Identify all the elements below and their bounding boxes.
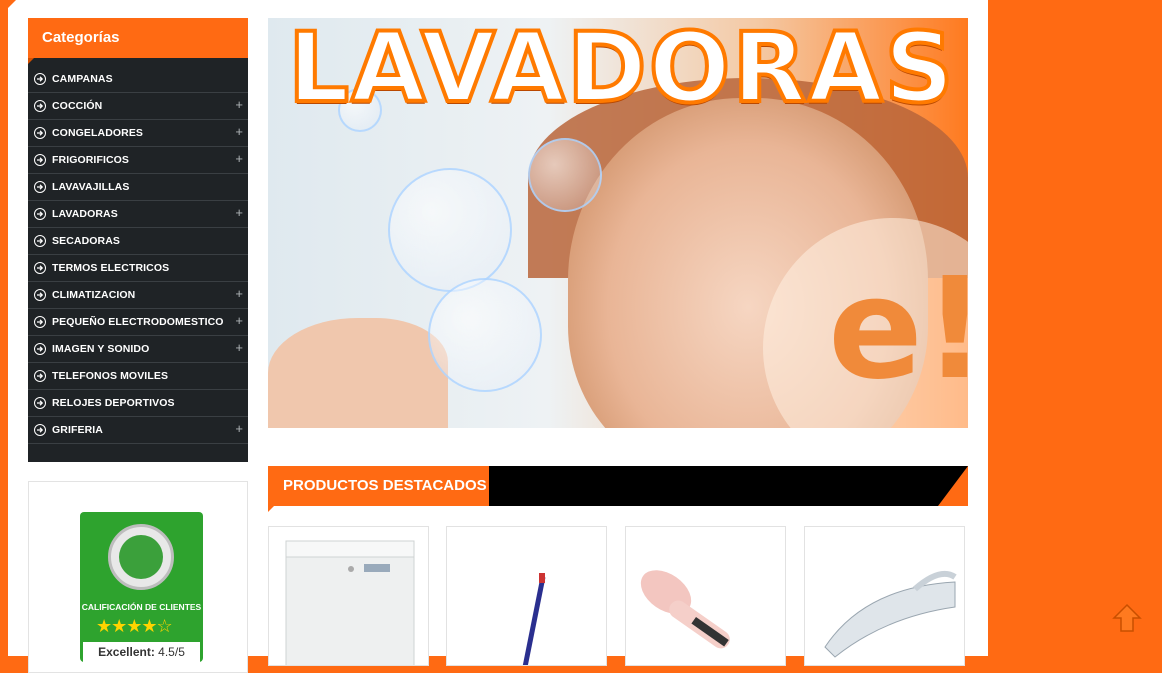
categories-list: CAMPANAS COCCIÓN + CONGELADORES + FRIGORIFICO… bbox=[28, 58, 248, 444]
product-card-steam-iron[interactable] bbox=[804, 526, 965, 666]
arrow-circle-icon bbox=[34, 208, 46, 220]
brand-logo-letter: e! bbox=[828, 248, 968, 411]
ekomi-widget: CALIFICACIÓN DE CLIENTES ★★★★☆ Excellent… bbox=[28, 481, 248, 673]
ekomi-seal-icon bbox=[108, 524, 174, 590]
arrow-circle-icon bbox=[34, 289, 46, 301]
arrow-circle-icon bbox=[34, 343, 46, 355]
banner-title: LAVADORAS bbox=[286, 18, 956, 126]
arrow-circle-icon bbox=[34, 235, 46, 247]
sidebar-item-label: LAVADORAS bbox=[52, 208, 118, 220]
sidebar-item-label: COCCIÓN bbox=[52, 100, 103, 112]
sidebar-item[interactable]: LAVAVAJILLAS bbox=[28, 174, 248, 201]
categories-title: Categorías bbox=[28, 18, 248, 64]
product-card-dryer[interactable] bbox=[268, 526, 429, 666]
sidebar-item-label: GRIFERIA bbox=[52, 424, 103, 436]
corner-decoration bbox=[8, 0, 16, 8]
sidebar-item-label: CAMPANAS bbox=[52, 73, 113, 85]
broom-vacuum-image bbox=[522, 573, 546, 665]
arrow-circle-icon bbox=[34, 154, 46, 166]
ekomi-calificacion: CALIFICACIÓN DE CLIENTES bbox=[81, 602, 202, 612]
arrow-circle-icon bbox=[34, 181, 46, 193]
bubble-shape bbox=[528, 138, 602, 212]
sidebar-item-label: CLIMATIZACION bbox=[52, 289, 136, 301]
sidebar-item[interactable]: TELEFONOS MOVILES bbox=[28, 363, 248, 390]
sidebar-item-label: CONGELADORES bbox=[52, 127, 144, 139]
expand-plus-icon[interactable]: + bbox=[235, 314, 243, 327]
ekomi-rating: Excellent: 4.5/5 bbox=[83, 642, 200, 662]
featured-tick-decoration bbox=[268, 506, 274, 512]
arrow-circle-icon bbox=[34, 73, 46, 85]
expand-plus-icon[interactable]: + bbox=[235, 152, 243, 165]
expand-plus-icon[interactable]: + bbox=[235, 125, 243, 138]
bubble-shape bbox=[428, 278, 542, 392]
expand-plus-icon[interactable]: + bbox=[235, 287, 243, 300]
expand-plus-icon[interactable]: + bbox=[235, 341, 243, 354]
sidebar-item-label: TELEFONOS MOVILES bbox=[52, 370, 169, 382]
sidebar-item[interactable]: CLIMATIZACION + bbox=[28, 282, 248, 309]
arrow-circle-icon bbox=[34, 262, 46, 274]
featured-title: PRODUCTOS DESTACADOS bbox=[268, 466, 489, 506]
sidebar-item-label: PEQUEÑO ELECTRODOMESTICO bbox=[52, 316, 224, 328]
dryer-image bbox=[285, 540, 415, 665]
sidebar-item[interactable]: COCCIÓN + bbox=[28, 93, 248, 120]
sidebar-item-label: LAVAVAJILLAS bbox=[52, 181, 130, 193]
sidebar-item[interactable]: LAVADORAS + bbox=[28, 201, 248, 228]
sidebar-item-label: RELOJES DEPORTIVOS bbox=[52, 397, 175, 409]
bubble-shape bbox=[388, 168, 512, 292]
expand-plus-icon[interactable]: + bbox=[235, 206, 243, 219]
product-card-hair-brush[interactable] bbox=[625, 526, 786, 666]
sidebar-item[interactable]: PEQUEÑO ELECTRODOMESTICO + bbox=[28, 309, 248, 336]
sidebar-item-label: FRIGORIFICOS bbox=[52, 154, 130, 166]
sidebar-item[interactable]: SECADORAS bbox=[28, 228, 248, 255]
arrow-circle-icon bbox=[34, 127, 46, 139]
arrow-circle-icon bbox=[34, 397, 46, 409]
arrow-circle-icon bbox=[34, 424, 46, 436]
arrow-circle-icon bbox=[34, 100, 46, 112]
sidebar-item[interactable]: TERMOS ELECTRICOS bbox=[28, 255, 248, 282]
sidebar-item-label: SECADORAS bbox=[52, 235, 120, 247]
expand-plus-icon[interactable]: + bbox=[235, 422, 243, 435]
featured-corner-decoration bbox=[938, 466, 968, 506]
sidebar-item[interactable]: FRIGORIFICOS + bbox=[28, 147, 248, 174]
rating-stars-icon: ★★★★☆ bbox=[96, 616, 173, 636]
hero-banner[interactable]: e! LAVADORAS bbox=[268, 18, 968, 428]
ekomi-badge[interactable]: CALIFICACIÓN DE CLIENTES ★★★★☆ Excellent… bbox=[80, 512, 203, 662]
banner-hand-shape bbox=[268, 318, 448, 428]
back-to-top-icon[interactable] bbox=[1112, 603, 1142, 633]
arrow-circle-icon bbox=[34, 370, 46, 382]
arrow-circle-icon bbox=[34, 316, 46, 328]
featured-header: PRODUCTOS DESTACADOS bbox=[268, 466, 968, 512]
sidebar-item[interactable]: RELOJES DEPORTIVOS bbox=[28, 390, 248, 417]
rating-value: 4.5 bbox=[158, 645, 175, 659]
sidebar-item[interactable]: IMAGEN Y SONIDO + bbox=[28, 336, 248, 363]
featured-products bbox=[268, 526, 968, 666]
categories-panel: Categorías CAMPANAS COCCIÓN + CONGELADORES +… bbox=[28, 18, 248, 462]
sidebar-item[interactable]: GRIFERIA + bbox=[28, 417, 248, 444]
steam-iron-image bbox=[824, 571, 957, 658]
sidebar-item-label: IMAGEN Y SONIDO bbox=[52, 343, 150, 355]
sidebar-item[interactable]: CAMPANAS bbox=[28, 66, 248, 93]
expand-plus-icon[interactable]: + bbox=[235, 98, 243, 111]
sidebar-item-label: TERMOS ELECTRICOS bbox=[52, 262, 170, 274]
rating-text: Excellent: bbox=[98, 645, 155, 659]
product-card-broom-vacuum[interactable] bbox=[446, 526, 607, 666]
hair-brush-image bbox=[640, 570, 730, 649]
sidebar-item[interactable]: CONGELADORES + bbox=[28, 120, 248, 147]
rating-max: /5 bbox=[174, 645, 185, 659]
